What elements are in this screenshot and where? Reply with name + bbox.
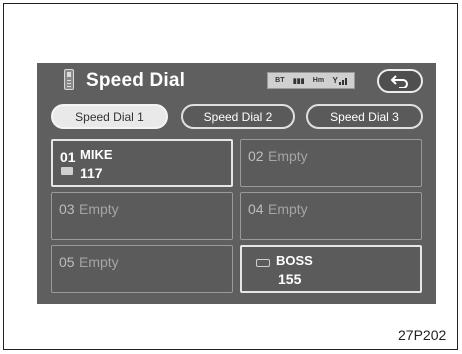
slot-empty-label: Empty	[79, 254, 119, 270]
speed-dial-screen: Speed Dial BT ▮▮▮ Hm Y Speed Dial 1 Spee…	[37, 63, 436, 304]
slot-number: 05	[59, 254, 75, 270]
speed-dial-slot-04[interactable]: 04 Empty	[240, 192, 422, 240]
back-button[interactable]	[377, 69, 423, 93]
slot-empty-label: Empty	[268, 148, 308, 164]
tab-speed-dial-1[interactable]: Speed Dial 1	[51, 104, 168, 129]
speed-dial-slot-05[interactable]: 05 Empty	[51, 245, 233, 293]
phone-icon	[64, 69, 74, 90]
speed-dial-slot-01[interactable]: 01 MIKE 117	[51, 139, 233, 187]
speed-dial-slot-03[interactable]: 03 Empty	[51, 192, 233, 240]
speed-dial-number: 117	[80, 165, 103, 181]
back-arrow-icon	[390, 75, 408, 88]
figure-code: 27P202	[398, 327, 447, 343]
home-indicator: Hm	[312, 77, 325, 84]
speed-dial-number: 155	[278, 271, 302, 287]
figure-frame: Speed Dial BT ▮▮▮ Hm Y Speed Dial 1 Spee…	[3, 3, 458, 350]
status-indicator: BT ▮▮▮ Hm Y	[267, 72, 355, 89]
speed-dial-slot-boss[interactable]: BOSS 155	[240, 245, 422, 293]
tab-speed-dial-3[interactable]: Speed Dial 3	[306, 104, 423, 129]
speed-dial-slot-02[interactable]: 02 Empty	[240, 139, 422, 187]
slot-empty-label: Empty	[79, 201, 119, 217]
slot-empty-label: Empty	[268, 201, 308, 217]
battery-icon: ▮▮▮	[292, 77, 305, 85]
bluetooth-indicator: BT	[275, 77, 285, 84]
phone-category-icon	[256, 259, 270, 267]
slot-number: 01	[60, 149, 76, 165]
tab-speed-dial-2[interactable]: Speed Dial 2	[181, 104, 295, 129]
page-title: Speed Dial	[86, 70, 186, 91]
phone-category-icon	[61, 167, 73, 175]
contact-name: BOSS	[276, 253, 313, 268]
contact-name: MIKE	[80, 147, 113, 162]
slot-number: 04	[248, 201, 264, 217]
slot-number: 02	[248, 148, 264, 164]
signal-strength-icon: Y	[332, 76, 347, 85]
slot-number: 03	[59, 201, 75, 217]
